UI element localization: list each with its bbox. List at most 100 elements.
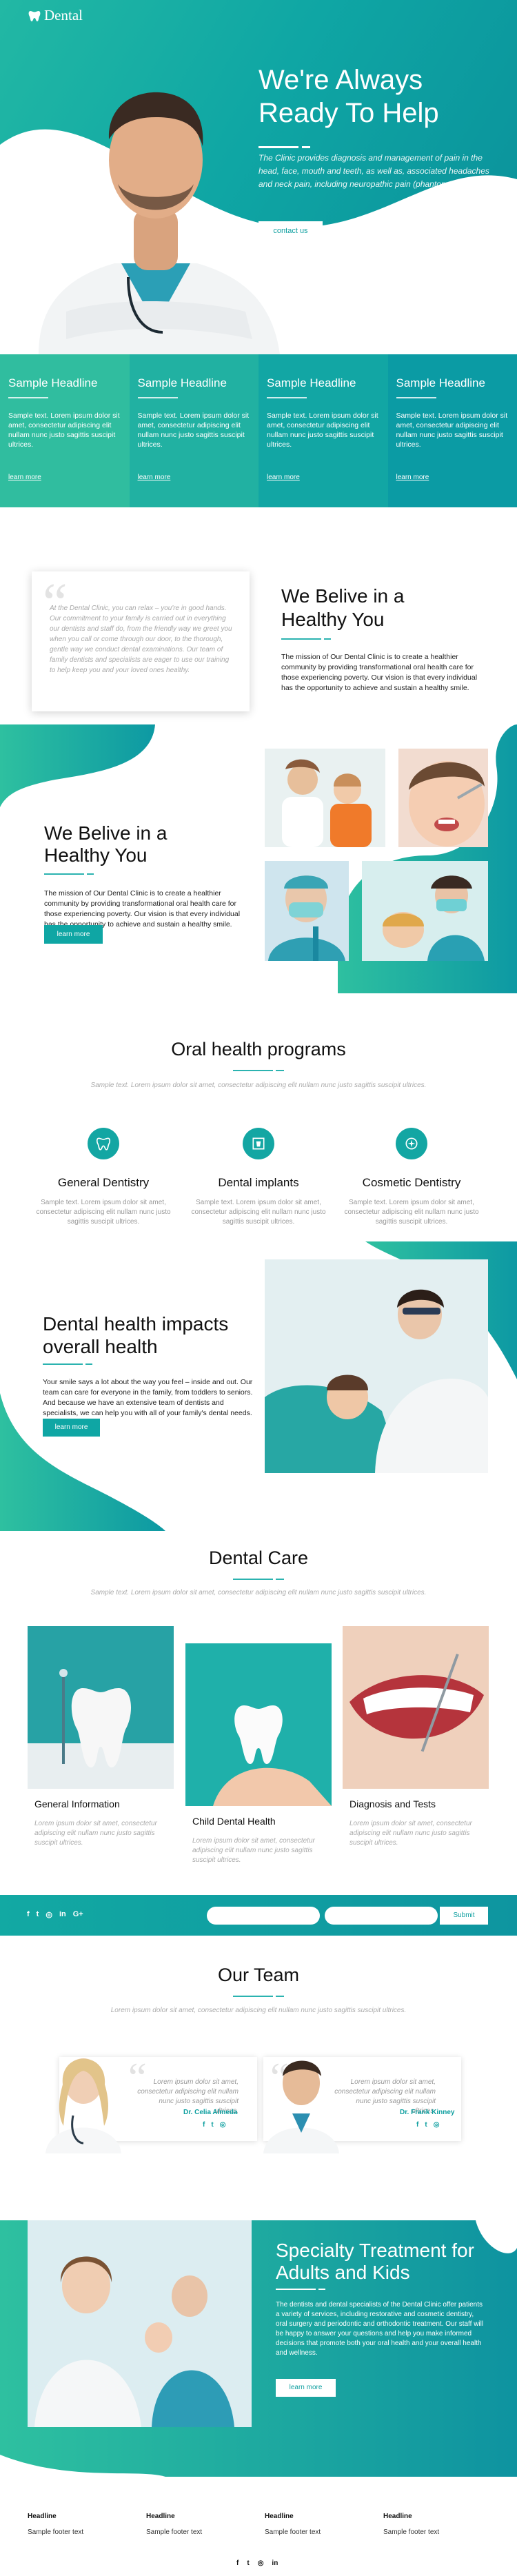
care-card-title: Diagnosis and Tests xyxy=(343,1798,489,1809)
footer-headline: Headline xyxy=(28,2513,83,2520)
mission-section: “ At the Dental Clinic, you can relax – … xyxy=(0,507,517,724)
facebook-icon[interactable]: f xyxy=(27,1910,30,1919)
care-card-text: Lorem ipsum dolor sit amet, consectetur … xyxy=(28,1819,165,1848)
facebook-icon[interactable]: f xyxy=(203,2121,205,2129)
footer-text: Sample footer text xyxy=(265,2528,321,2536)
hero-title-underline xyxy=(258,146,298,148)
footer-column: Headline Sample footer text xyxy=(383,2513,439,2536)
linkedin-icon[interactable]: in xyxy=(59,1910,66,1919)
team-section: Our Team Lorem ipsum dolor sit amet, con… xyxy=(0,1936,517,2220)
member-social: f t ◎ xyxy=(416,2121,439,2129)
programs-section: Oral health programs Sample text. Lorem … xyxy=(0,993,517,1241)
program-card: Dental implants Sample text. Lorem ipsum… xyxy=(186,1128,331,1227)
care-subtitle: Sample text. Lorem ipsum dolor sit amet,… xyxy=(0,1589,517,1596)
heading-underline-dot xyxy=(324,638,331,640)
care-card-text: Lorem ipsum dolor sit amet, consectetur … xyxy=(343,1819,480,1848)
programs-title: Oral health programs xyxy=(0,1039,517,1060)
email-input[interactable] xyxy=(325,1907,438,1925)
learn-more-link[interactable]: learn more xyxy=(396,474,429,481)
learn-more-link[interactable]: learn more xyxy=(138,474,171,481)
name-input[interactable] xyxy=(207,1907,320,1925)
feature-column-title: Sample Headline xyxy=(8,376,121,390)
heading-underline-dot xyxy=(87,873,94,875)
program-title: Cosmetic Dentistry xyxy=(339,1176,484,1190)
subscribe-bar: f t ◎ in G+ Submit xyxy=(0,1895,517,1936)
impacts-heading: Dental health impacts overall health xyxy=(43,1312,270,1358)
care-card-title: General Information xyxy=(28,1798,174,1809)
care-title: Dental Care xyxy=(0,1548,517,1569)
dentist-patient-photo xyxy=(265,1259,488,1473)
specialty-heading: Specialty Treatment for Adults and Kids xyxy=(276,2240,503,2284)
care-card-text: Lorem ipsum dolor sit amet, consectetur … xyxy=(185,1836,323,1865)
program-text: Sample text. Lorem ipsum dolor sit amet,… xyxy=(31,1198,176,1227)
contact-us-button[interactable]: contact us xyxy=(258,221,323,241)
footer: Headline Sample footer text Headline Sam… xyxy=(0,2477,517,2576)
learn-more-button[interactable]: learn more xyxy=(276,2379,336,2397)
submit-button[interactable]: Submit xyxy=(440,1907,488,1925)
mission-heading: We Belive in a Healthy You xyxy=(281,585,474,631)
program-card: General Dentistry Sample text. Lorem ips… xyxy=(31,1128,176,1227)
feature-column-text: Sample text. Lorem ipsum dolor sit amet,… xyxy=(267,411,380,449)
title-underline xyxy=(233,1070,273,1071)
twitter-icon[interactable]: t xyxy=(247,2559,249,2567)
care-card: Diagnosis and Tests Lorem ipsum dolor si… xyxy=(343,1626,489,1848)
hand-tooth-photo xyxy=(185,1643,332,1806)
tooth-icon xyxy=(88,1128,119,1159)
column-underline xyxy=(396,397,436,398)
tooth-model-photo xyxy=(28,1626,174,1789)
linkedin-icon[interactable]: in xyxy=(272,2559,278,2567)
dentist-mask-photo xyxy=(265,861,349,961)
learn-more-link[interactable]: learn more xyxy=(8,474,41,481)
twitter-icon[interactable]: t xyxy=(425,2121,427,2129)
column-underline xyxy=(267,397,307,398)
feature-column-text: Sample text. Lorem ipsum dolor sit amet,… xyxy=(396,411,509,449)
feature-column: Sample Headline Sample text. Lorem ipsum… xyxy=(258,354,388,507)
facebook-icon[interactable]: f xyxy=(416,2121,418,2129)
heading-underline xyxy=(43,1363,83,1365)
dental-exam-photo xyxy=(362,861,488,961)
footer-column: Headline Sample footer text xyxy=(146,2513,202,2536)
learn-more-link[interactable]: learn more xyxy=(267,474,300,481)
feature-column-title: Sample Headline xyxy=(267,376,380,390)
title-underline-dot xyxy=(276,1996,284,1997)
learn-more-button[interactable]: learn more xyxy=(43,1419,100,1437)
column-underline xyxy=(138,397,178,398)
believe-section: We Belive in a Healthy You The mission o… xyxy=(0,724,517,993)
learn-more-button[interactable]: learn more xyxy=(44,925,103,944)
specialty-text: The dentists and dental specialists of t… xyxy=(276,2300,486,2358)
care-card: General Information Lorem ipsum dolor si… xyxy=(28,1626,174,1848)
footer-headline: Headline xyxy=(383,2513,439,2520)
member-photo xyxy=(256,2043,346,2153)
dentist-child-photo xyxy=(265,749,385,847)
instagram-icon[interactable]: ◎ xyxy=(434,2121,440,2129)
child-teeth-photo xyxy=(398,749,488,847)
believe-heading: We Belive in a Healthy You xyxy=(44,822,237,866)
program-card: Cosmetic Dentistry Sample text. Lorem ip… xyxy=(339,1128,484,1227)
impacts-section: Dental health impacts overall health You… xyxy=(0,1241,517,1531)
instagram-icon[interactable]: ◎ xyxy=(220,2121,226,2129)
feature-column-text: Sample text. Lorem ipsum dolor sit amet,… xyxy=(138,411,251,449)
feature-columns: Sample Headline Sample text. Lorem ipsum… xyxy=(0,354,517,507)
programs-subtitle: Sample text. Lorem ipsum dolor sit amet,… xyxy=(0,1082,517,1089)
twitter-icon[interactable]: t xyxy=(211,2121,213,2129)
program-text: Sample text. Lorem ipsum dolor sit amet,… xyxy=(339,1198,484,1227)
instagram-icon[interactable]: ◎ xyxy=(258,2559,264,2567)
footer-column: Headline Sample footer text xyxy=(28,2513,83,2536)
facebook-icon[interactable]: f xyxy=(236,2559,239,2567)
footer-text: Sample footer text xyxy=(28,2528,83,2536)
social-icons: f t ◎ in G+ xyxy=(27,1910,83,1919)
mission-text: The mission of Our Dental Clinic is to c… xyxy=(281,652,488,693)
feature-column-text: Sample text. Lorem ipsum dolor sit amet,… xyxy=(8,411,121,449)
footer-text: Sample footer text xyxy=(383,2528,439,2536)
twitter-icon[interactable]: t xyxy=(37,1910,39,1919)
program-text: Sample text. Lorem ipsum dolor sit amet,… xyxy=(186,1198,331,1227)
team-member-card: “ Lorem ipsum dolor sit amet, consectetu… xyxy=(263,2043,482,2153)
instagram-icon[interactable]: ◎ xyxy=(45,1910,52,1919)
member-name: Dr. Frank Kinney xyxy=(400,2109,454,2116)
google-plus-icon[interactable]: G+ xyxy=(73,1910,83,1919)
team-member-card: “ Lorem ipsum dolor sit amet, consectetu… xyxy=(39,2043,257,2153)
care-card: Child Dental Health Lorem ipsum dolor si… xyxy=(185,1643,332,1865)
title-underline xyxy=(233,1996,273,1997)
logo[interactable]: Dental xyxy=(28,7,83,24)
quote-text: At the Dental Clinic, you can relax – yo… xyxy=(50,603,234,676)
